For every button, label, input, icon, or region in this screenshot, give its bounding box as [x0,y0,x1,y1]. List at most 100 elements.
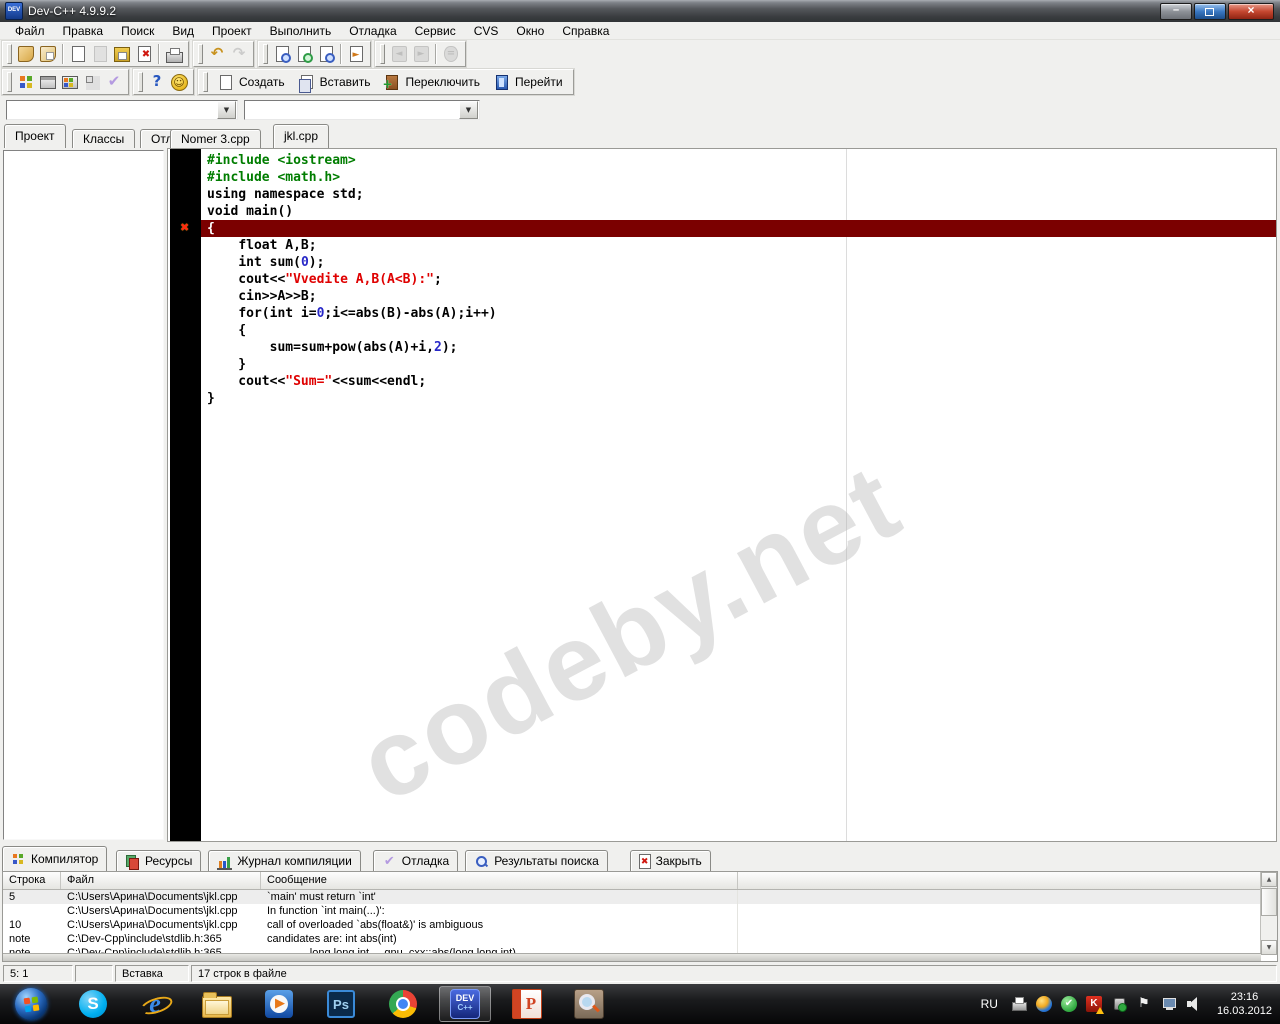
menu-item[interactable]: Выполнить [261,23,341,39]
start-button[interactable] [5,986,57,1022]
class-browser-combo[interactable]: ▼ [244,100,480,120]
column-header[interactable]: Файл [61,872,261,889]
report-tab-search-results[interactable]: Результаты поиска [465,850,608,871]
table-row[interactable]: noteC:\Dev-Cpp\include\stdlib.h:365candi… [3,932,1277,946]
network-icon[interactable] [1161,996,1177,1012]
code-editor[interactable]: ✖ codeby.net #include <iostream>#include… [167,148,1277,842]
menu-item[interactable]: Проект [203,23,261,39]
scroll-down-icon[interactable]: ▼ [1261,940,1277,955]
editor-tab-nomer-3-cpp[interactable]: Nomer 3.cpp [170,129,261,148]
menu-item[interactable]: Справка [553,23,618,39]
toolbar-handle[interactable] [203,72,208,92]
toolbar-handle[interactable] [138,72,143,92]
toolbar-handle[interactable] [380,44,385,64]
title-bar[interactable]: DEV Dev-C++ 4.9.9.2 – × [0,0,1280,22]
compile-and-run-button[interactable] [59,71,81,93]
file-explorer-icon[interactable] [191,986,243,1022]
chevron-down-icon[interactable]: ▼ [217,101,236,119]
menu-item[interactable]: Сервис [406,23,465,39]
antivirus-ok-icon[interactable]: ✔ [1061,996,1077,1012]
column-header[interactable]: Сообщение [261,872,738,889]
menu-item[interactable]: Вид [163,23,203,39]
table-row[interactable]: 5C:\Users\Арина\Documents\jkl.cpp`main' … [3,890,1277,904]
find-button[interactable] [271,43,293,65]
menu-item[interactable]: Правка [54,23,113,39]
volume-icon[interactable] [1186,996,1202,1012]
kaspersky-alert-icon[interactable]: K [1086,996,1102,1012]
flag-icon[interactable]: ⚑ [1136,996,1152,1012]
clock[interactable]: 23:16 16.03.2012 [1217,990,1272,1018]
toolbar-handle[interactable] [263,44,268,64]
minimize-button[interactable]: – [1160,3,1192,20]
code-line[interactable]: cout<<"Vvedite A,B(A<B):"; [207,271,1276,288]
code-line[interactable]: for(int i=0;i<=abs(B)-abs(A);i++) [207,305,1276,322]
code-line[interactable]: } [207,390,1276,407]
code-line[interactable]: cout<<"Sum="<<sum<<endl; [207,373,1276,390]
save-button[interactable] [111,43,133,65]
compiler-combo[interactable]: ▼ [6,100,238,120]
compile-button[interactable] [15,71,37,93]
code-area[interactable]: #include <iostream>#include <math.h>usin… [201,149,1276,841]
run-button[interactable] [37,71,59,93]
code-line[interactable]: float A,B; [207,237,1276,254]
toolbar-handle[interactable] [7,44,12,64]
report-tab-resources[interactable]: Ресурсы [116,850,201,871]
language-indicator[interactable]: RU [981,997,998,1011]
tab-проект[interactable]: Проект [4,124,66,148]
code-line[interactable]: void main() [207,203,1276,220]
code-line[interactable]: { [201,220,1276,237]
insert-button[interactable]: Вставить [292,71,378,93]
report-tab-debug-check[interactable]: ✔Отладка [373,850,458,871]
devcpp-icon[interactable]: DEVC++ [439,986,491,1022]
code-line[interactable]: int sum(0); [207,254,1276,271]
code-line[interactable]: #include <iostream> [207,152,1276,169]
internet-explorer-icon[interactable]: e [129,986,181,1022]
report-tab-compiler-squares[interactable]: Компилятор [2,846,107,871]
vertical-scrollbar[interactable]: ▲ ▼ [1260,872,1277,955]
toolbar-handle[interactable] [7,72,12,92]
code-line[interactable]: using namespace std; [207,186,1276,203]
help-button[interactable]: ? [146,71,168,93]
usb-device-icon[interactable] [1111,996,1127,1012]
close-file-button[interactable]: ✖ [133,43,155,65]
code-line[interactable]: { [207,322,1276,339]
search-tool-icon[interactable] [563,986,615,1022]
find-in-files-button[interactable] [293,43,315,65]
project-browser-panel[interactable] [3,150,164,840]
report-tab-close-panel[interactable]: ✖Закрыть [630,850,711,871]
menu-item[interactable]: Окно [507,23,553,39]
new-source-button[interactable] [67,43,89,65]
table-row[interactable]: 10C:\Users\Арина\Documents\jkl.cppcall o… [3,918,1277,932]
rebuild-all-button[interactable] [81,71,103,93]
tab-классы[interactable]: Классы [72,129,135,148]
code-line[interactable]: sum=sum+pow(abs(A)+i,2); [207,339,1276,356]
open-file-alt-button[interactable] [37,43,59,65]
print-button[interactable] [163,43,185,65]
scroll-up-icon[interactable]: ▲ [1261,872,1277,887]
code-line[interactable]: #include <math.h> [207,169,1276,186]
goto-bookmark-button[interactable]: Перейти [487,71,570,93]
chevron-down-icon[interactable]: ▼ [459,101,478,119]
horizontal-scrollbar[interactable] [3,953,1261,961]
chrome-icon[interactable] [377,986,429,1022]
media-player-icon[interactable]: ▶ [253,986,305,1022]
photoshop-icon[interactable]: Ps [315,986,367,1022]
windows-update-icon[interactable] [1036,996,1052,1012]
code-line[interactable]: cin>>A>>B; [207,288,1276,305]
menu-item[interactable]: Файл [6,23,54,39]
table-row[interactable]: C:\Users\Арина\Documents\jkl.cppIn funct… [3,904,1277,918]
scrollbar-thumb[interactable] [1261,888,1277,916]
replace-button[interactable] [315,43,337,65]
create-button[interactable]: Создать [211,71,292,93]
toggle-bookmark-button[interactable]: +Переключить [377,71,486,93]
menu-item[interactable]: Поиск [112,23,163,39]
code-line[interactable]: } [207,356,1276,373]
report-tab-compile-log[interactable]: Журнал компиляции [208,850,360,871]
about-button[interactable]: ☺ [168,71,190,93]
goto-line-button[interactable]: ► [345,43,367,65]
print-queue-icon[interactable] [1011,996,1027,1012]
debug-button[interactable]: ✔ [103,71,125,93]
editor-tab-jkl-cpp[interactable]: jkl.cpp [273,124,329,148]
menu-item[interactable]: Отладка [340,23,405,39]
undo-button[interactable]: ↶ [206,43,228,65]
